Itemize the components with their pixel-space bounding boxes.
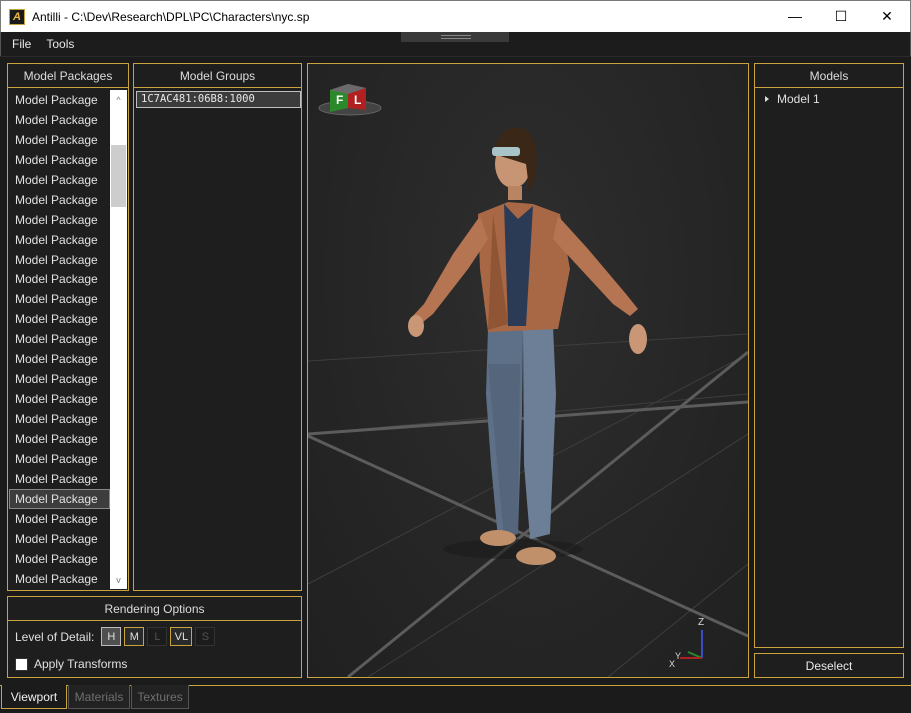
- model-package-item[interactable]: Model Package: [9, 509, 110, 529]
- lod-high-button[interactable]: H: [101, 627, 122, 646]
- apply-transforms-checkbox[interactable]: [15, 657, 28, 671]
- tab-textures[interactable]: Textures: [131, 685, 189, 709]
- tab-viewport[interactable]: Viewport: [1, 685, 67, 709]
- model-packages-panel: Model Packages Model Package Model Packag…: [7, 63, 129, 591]
- lod-very-low-button[interactable]: VL: [170, 627, 193, 646]
- close-button[interactable]: ✕: [864, 1, 910, 31]
- model-package-item[interactable]: Model Package: [9, 349, 110, 369]
- model-package-item[interactable]: Model Package: [9, 110, 110, 130]
- models-header: Models: [755, 64, 903, 88]
- view-cube-icon: F L: [318, 84, 382, 116]
- toolbar-drag-handle[interactable]: [401, 32, 509, 42]
- model-package-item[interactable]: Model Package: [9, 250, 110, 270]
- model-package-item[interactable]: Model Package: [9, 369, 110, 389]
- apply-transforms-label: Apply Transforms: [34, 657, 128, 671]
- menu-tools[interactable]: Tools: [39, 37, 82, 51]
- model-package-item[interactable]: Model Package: [9, 150, 110, 170]
- model-package-item[interactable]: Model Package: [9, 190, 110, 210]
- model-package-item[interactable]: Model Package: [9, 309, 110, 329]
- model-packages-list[interactable]: Model Package Model Package Model Package M…: [9, 90, 110, 589]
- expand-arrow-icon[interactable]: [765, 96, 769, 102]
- model-package-item[interactable]: Model Package: [9, 469, 110, 489]
- tab-materials[interactable]: Materials: [68, 685, 130, 709]
- axis-x-label: X: [669, 659, 675, 669]
- model-package-item[interactable]: Model Package: [9, 449, 110, 469]
- deselect-button[interactable]: Deselect: [754, 653, 904, 678]
- scroll-thumb[interactable]: [111, 145, 126, 207]
- model-groups-panel: Model Groups 1C7AC481:06B8:1000: [133, 63, 302, 591]
- scroll-down-icon[interactable]: v: [110, 571, 127, 588]
- model-package-item[interactable]: Model Package: [9, 130, 110, 150]
- model-group-item[interactable]: 1C7AC481:06B8:1000: [136, 91, 301, 108]
- lod-label: Level of Detail:: [15, 629, 95, 644]
- title-bar: A Antilli - C:\Dev\Research\DPL\PC\Chara…: [0, 0, 911, 32]
- model-package-item[interactable]: Model Package: [9, 269, 110, 289]
- menu-divider: [0, 56, 911, 57]
- model-package-item[interactable]: Model Package: [9, 90, 110, 110]
- model-package-item[interactable]: Model Package: [9, 488, 110, 509]
- axis-y-label: Y: [675, 651, 681, 661]
- lod-medium-button[interactable]: M: [124, 627, 145, 646]
- model-groups-header: Model Groups: [134, 64, 301, 88]
- model-tree-item[interactable]: Model 1: [765, 92, 820, 106]
- models-panel: Models Model 1: [754, 63, 904, 648]
- model-packages-scrollbar[interactable]: ^ v: [110, 90, 127, 589]
- view-cube-front-label: F: [336, 93, 343, 107]
- window-title: Antilli - C:\Dev\Research\DPL\PC\Charact…: [32, 9, 310, 24]
- menu-file[interactable]: File: [1, 37, 39, 51]
- lod-low-button[interactable]: L: [147, 627, 168, 646]
- axis-z-label: Z: [698, 617, 704, 628]
- app-logo-icon: A: [9, 8, 25, 25]
- rendering-options-panel: Rendering Options Level of Detail: H M L…: [7, 596, 302, 678]
- model-package-item[interactable]: Model Package: [9, 409, 110, 429]
- model-package-item[interactable]: Model Package: [9, 289, 110, 309]
- model-package-item[interactable]: Model Package: [9, 230, 110, 250]
- bottom-tab-bar: Viewport Materials Textures: [0, 685, 911, 713]
- model-package-item[interactable]: Model Package: [9, 329, 110, 349]
- axis-gizmo-icon: Z Y X: [669, 617, 704, 669]
- model-package-item[interactable]: Model Package: [9, 389, 110, 409]
- model-package-item[interactable]: Model Package: [9, 210, 110, 230]
- lod-shadow-button[interactable]: S: [195, 627, 216, 646]
- model-package-item[interactable]: Model Package: [9, 569, 110, 589]
- view-cube-left-label: L: [354, 93, 361, 107]
- model-tree-label: Model 1: [777, 92, 820, 106]
- scroll-up-icon[interactable]: ^: [110, 91, 127, 108]
- minimize-button[interactable]: —: [772, 1, 818, 31]
- model-package-item[interactable]: Model Package: [9, 549, 110, 569]
- model-package-item[interactable]: Model Package: [9, 429, 110, 449]
- maximize-button[interactable]: ☐: [818, 1, 864, 31]
- 3d-viewport[interactable]: F L Z Y X: [307, 63, 749, 678]
- model-package-item[interactable]: Model Package: [9, 529, 110, 549]
- rendering-options-header: Rendering Options: [8, 597, 301, 621]
- model-packages-header: Model Packages: [8, 64, 128, 88]
- viewport-scene: F L Z Y X: [308, 84, 748, 677]
- model-package-item[interactable]: Model Package: [9, 170, 110, 190]
